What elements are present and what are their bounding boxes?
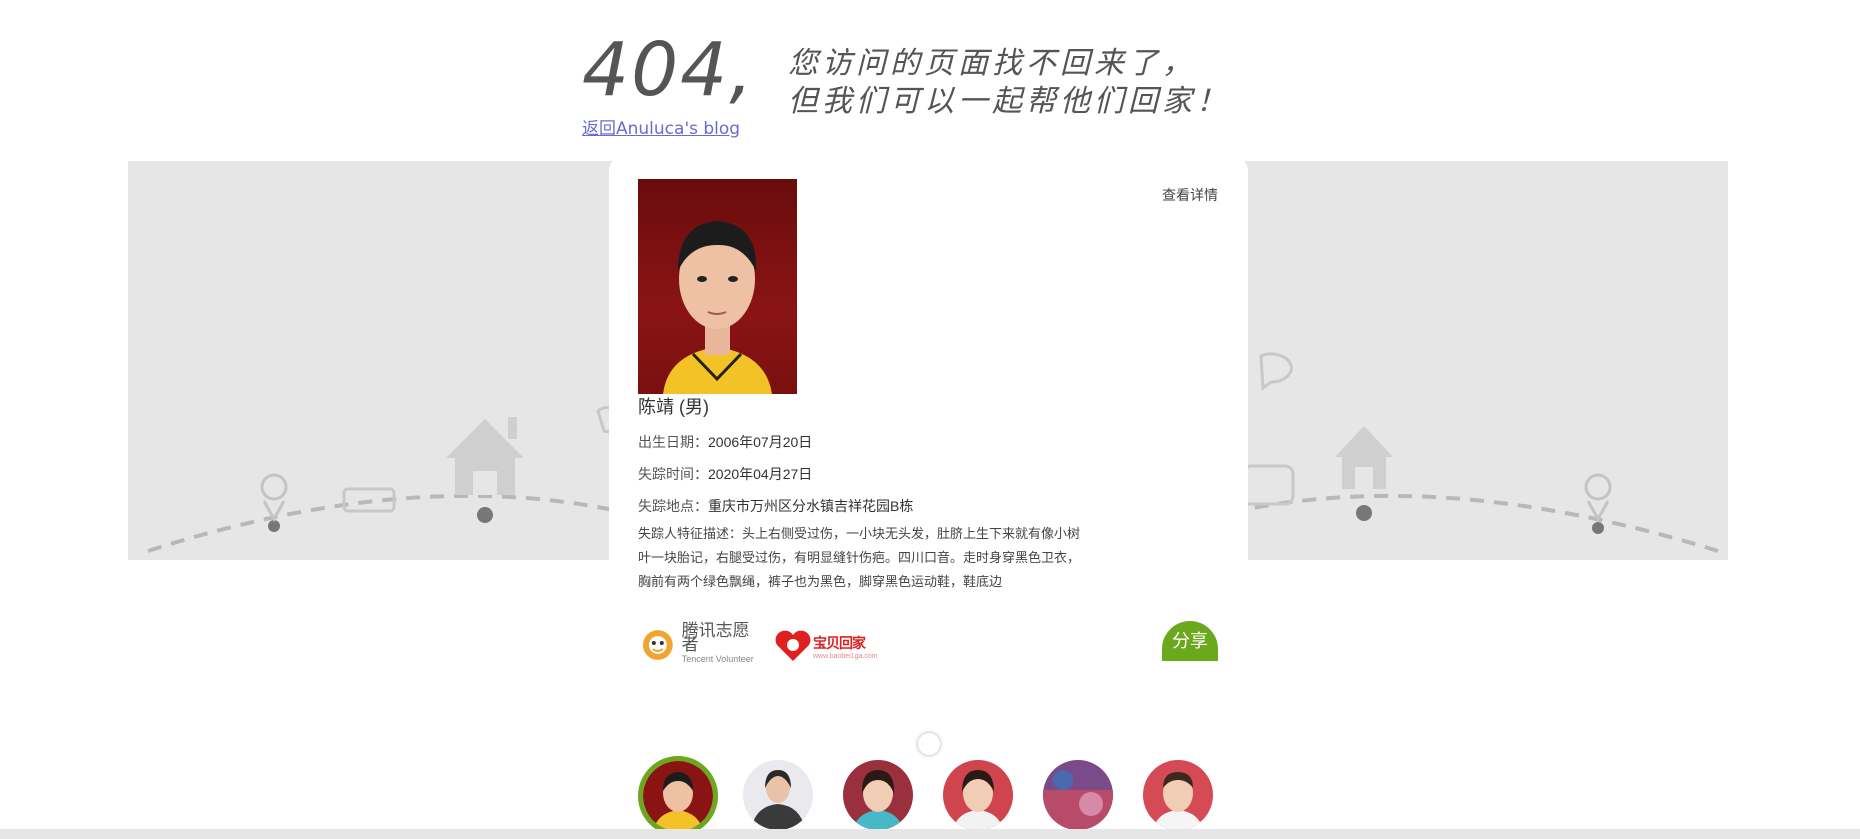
error-message-line2: 但我们可以一起帮他们回家！ [788, 84, 1230, 119]
missing-time-row: 失踪时间：2020年04月27日 [638, 464, 812, 484]
tencent-volunteer-logo[interactable]: 腾讯志愿者 Tencent Volunteer [638, 621, 766, 664]
thumbnail-1[interactable] [638, 756, 718, 836]
back-to-blog-link[interactable]: 返回Anuluca's blog [582, 114, 740, 139]
carousel-pager-dot[interactable] [918, 733, 940, 755]
baobei-huijia-logo[interactable]: 宝贝回家 www.baobei1ga.com [773, 629, 883, 663]
tencent-mascot-icon [642, 630, 673, 660]
birth-date-value: 2006年07月20日 [708, 434, 813, 450]
error-code: 404, [582, 27, 755, 113]
birth-date-row: 出生日期：2006年07月20日 [638, 432, 812, 452]
missing-time-label: 失踪时间： [638, 466, 708, 482]
thumbnail-6[interactable] [1143, 760, 1213, 830]
description-label: 失踪人特征描述： [638, 526, 743, 541]
tencent-logo-en: Tencent Volunteer [681, 654, 754, 664]
thumbnail-4[interactable] [943, 760, 1013, 830]
share-button[interactable]: 分享 [1162, 621, 1218, 661]
child-photo [638, 179, 797, 394]
missing-time-value: 2020年04月27日 [708, 466, 813, 482]
child-name: 陈靖 (男) [638, 397, 709, 417]
missing-place-label: 失踪地点： [638, 498, 708, 514]
missing-child-card: 查看详情 陈靖 (男) 出生日期：2006年07月20日 失踪时间：2020年0… [609, 155, 1248, 745]
birth-date-label: 出生日期： [638, 434, 708, 450]
view-details-link[interactable]: 查看详情 [1162, 185, 1218, 205]
baobei-logo-cn: 宝贝回家 [813, 634, 866, 651]
error-heading: 404, 您访问的页面找不回来了， 但我们可以一起帮他们回家！ [582, 30, 1342, 120]
thumbnail-5[interactable] [1043, 760, 1113, 830]
thumbnail-2[interactable] [743, 760, 813, 830]
heart-icon [775, 630, 811, 661]
thumbnail-3[interactable] [843, 760, 913, 830]
missing-place-value: 重庆市万州区分水镇吉祥花园B栋 [708, 498, 914, 514]
missing-place-row: 失踪地点：重庆市万州区分水镇吉祥花园B栋 [638, 496, 913, 516]
page-bottom-strip [0, 829, 1860, 839]
baobei-logo-url: www.baobei1ga.com [813, 652, 878, 660]
tencent-logo-cn: 腾讯志愿者 [681, 621, 750, 654]
description-block: 失踪人特征描述：头上右侧受过伤，一小块无头发，肚脐上生下来就有像小树叶一块胎记，… [638, 522, 1090, 596]
